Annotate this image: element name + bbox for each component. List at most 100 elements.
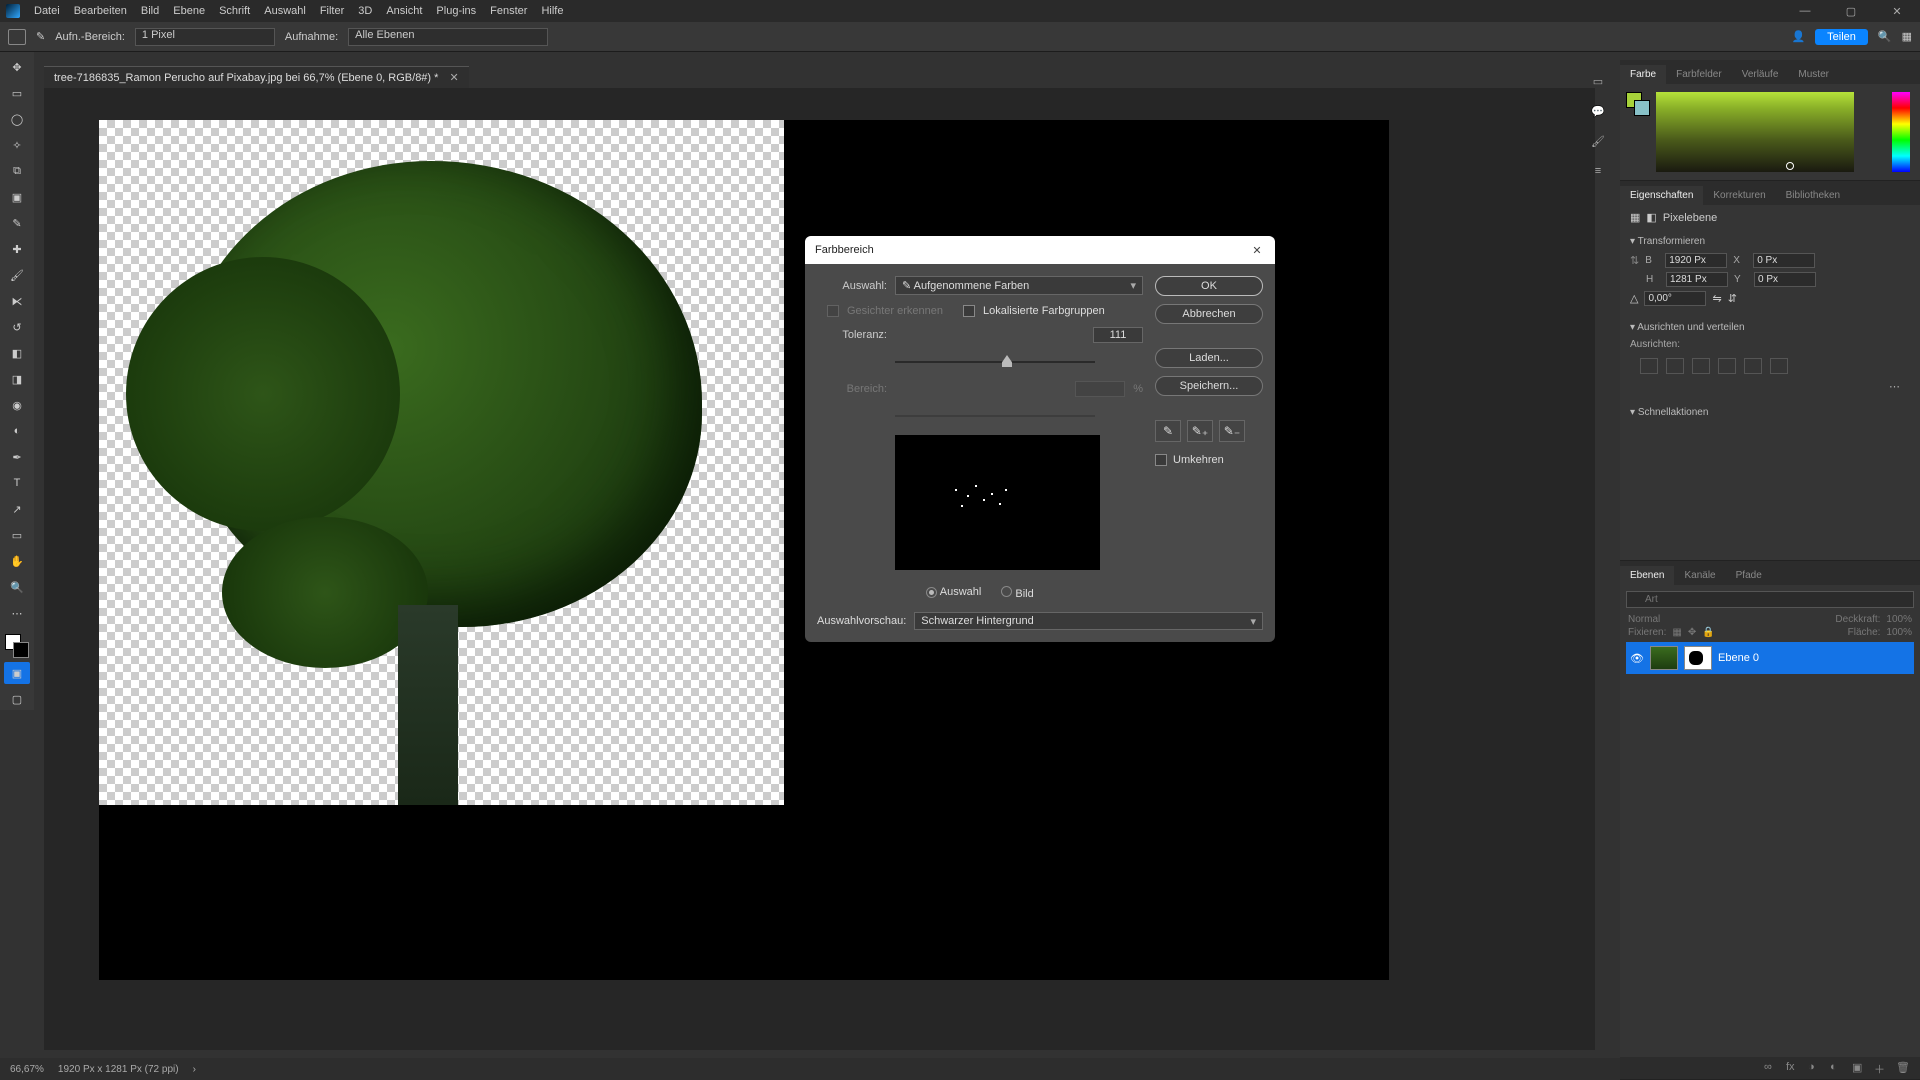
brush-tool-icon[interactable]: 🖌 xyxy=(4,264,30,286)
color-swatch[interactable] xyxy=(5,634,29,658)
x-input[interactable] xyxy=(1753,253,1815,268)
eyedropper-tool-icon[interactable]: ✎ xyxy=(4,212,30,234)
layer-thumbnail[interactable] xyxy=(1650,646,1678,670)
align-left-icon[interactable] xyxy=(1640,358,1658,374)
radio-auswahl[interactable]: Auswahl xyxy=(926,586,981,600)
section-quick[interactable]: ▾ Schnellaktionen xyxy=(1630,407,1910,418)
flip-h-icon[interactable]: ⇋ xyxy=(1712,292,1721,305)
marquee-tool-icon[interactable]: ▭ xyxy=(4,82,30,104)
eyedropper-icon[interactable]: ✎ xyxy=(1155,420,1181,442)
vorschau-select[interactable]: Schwarzer Hintergrund xyxy=(914,612,1263,630)
align-hcenter-icon[interactable] xyxy=(1666,358,1684,374)
status-chevron-icon[interactable]: › xyxy=(193,1064,196,1075)
menu-ebene[interactable]: Ebene xyxy=(173,5,205,17)
cancel-button[interactable]: Abbrechen xyxy=(1155,304,1263,324)
search-icon[interactable]: 🔍 xyxy=(1878,30,1892,43)
aufnahme-select[interactable]: Alle Ebenen xyxy=(348,28,548,46)
tab-farbfelder[interactable]: Farbfelder xyxy=(1666,65,1732,84)
path-tool-icon[interactable]: ↗ xyxy=(4,498,30,520)
lock-position-icon[interactable]: ✥ xyxy=(1688,627,1696,638)
tab-eigenschaften[interactable]: Eigenschaften xyxy=(1620,186,1703,205)
width-input[interactable] xyxy=(1665,253,1727,268)
document-tab[interactable]: tree-7186835_Ramon Perucho auf Pixabay.j… xyxy=(44,66,469,88)
section-align[interactable]: ▾ Ausrichten und verteilen xyxy=(1630,322,1910,333)
invert-checkbox[interactable] xyxy=(1155,454,1167,466)
zoom-level[interactable]: 66,67% xyxy=(10,1064,44,1075)
fx-icon[interactable]: fx xyxy=(1786,1061,1802,1075)
gradient-tool-icon[interactable]: ◨ xyxy=(4,368,30,390)
lokalisierte-checkbox[interactable] xyxy=(963,305,975,317)
frame-tool-icon[interactable]: ▣ xyxy=(4,186,30,208)
shape-tool-icon[interactable]: ▭ xyxy=(4,524,30,546)
eyedropper-add-icon[interactable]: ✎₊ xyxy=(1187,420,1213,442)
save-button[interactable]: Speichern... xyxy=(1155,376,1263,396)
user-icon[interactable]: 👤 xyxy=(1791,30,1805,43)
pen-tool-icon[interactable]: ✒ xyxy=(4,446,30,468)
brush-panel-icon[interactable]: 🖌 xyxy=(1589,132,1607,150)
eyedropper-tool-icon[interactable]: ✎ xyxy=(36,30,45,43)
share-button[interactable]: Teilen xyxy=(1815,29,1868,45)
lock-all-icon[interactable]: 🔒 xyxy=(1702,627,1714,638)
radio-bild[interactable]: Bild xyxy=(1001,586,1033,600)
quickmask-icon[interactable]: ▣ xyxy=(4,662,30,684)
mask-add-icon[interactable]: ◑ xyxy=(1808,1061,1824,1075)
tab-pfade[interactable]: Pfade xyxy=(1726,566,1772,585)
adjustment-icon[interactable]: ◐ xyxy=(1830,1061,1846,1075)
dialog-close-icon[interactable]: ✕ xyxy=(1249,242,1265,258)
home-icon[interactable] xyxy=(8,29,26,45)
blur-tool-icon[interactable]: ◉ xyxy=(4,394,30,416)
type-tool-icon[interactable]: T xyxy=(4,472,30,494)
y-input[interactable] xyxy=(1754,272,1816,287)
hand-tool-icon[interactable]: ✋ xyxy=(4,550,30,572)
minimize-button[interactable]: — xyxy=(1782,0,1828,22)
history-brush-tool-icon[interactable]: ↺ xyxy=(4,316,30,338)
aufnbereich-select[interactable]: 1 Pixel xyxy=(135,28,275,46)
flip-v-icon[interactable]: ⇵ xyxy=(1728,292,1737,305)
close-tab-icon[interactable]: ✕ xyxy=(450,72,459,84)
dialog-titlebar[interactable]: Farbbereich ✕ xyxy=(805,236,1275,264)
adjust-panel-icon[interactable]: ≡ xyxy=(1589,162,1607,180)
visibility-icon[interactable]: 👁 xyxy=(1630,652,1644,665)
layer-search-input[interactable] xyxy=(1626,591,1914,608)
dodge-tool-icon[interactable]: ◐ xyxy=(4,420,30,442)
close-button[interactable]: ✕ xyxy=(1874,0,1920,22)
more-align-icon[interactable]: ⋯ xyxy=(1630,378,1910,395)
delete-layer-icon[interactable]: 🗑 xyxy=(1896,1061,1912,1075)
tab-bibliotheken[interactable]: Bibliotheken xyxy=(1776,186,1850,205)
tab-kanaele[interactable]: Kanäle xyxy=(1674,566,1725,585)
comments-panel-icon[interactable]: 💬 xyxy=(1589,102,1607,120)
layer-row[interactable]: 👁 Ebene 0 xyxy=(1626,642,1914,674)
stamp-tool-icon[interactable]: ⧔ xyxy=(4,290,30,312)
move-tool-icon[interactable]: ✥ xyxy=(4,56,30,78)
crop-tool-icon[interactable]: ⧉ xyxy=(4,160,30,182)
align-top-icon[interactable] xyxy=(1718,358,1736,374)
tab-muster[interactable]: Muster xyxy=(1788,65,1839,84)
wand-tool-icon[interactable]: ✧ xyxy=(4,134,30,156)
maximize-button[interactable]: ▢ xyxy=(1828,0,1874,22)
group-icon[interactable]: ▣ xyxy=(1852,1061,1868,1075)
height-input[interactable] xyxy=(1666,272,1728,287)
new-layer-icon[interactable]: ＋ xyxy=(1874,1061,1890,1075)
blend-mode-select[interactable]: Normal xyxy=(1628,614,1660,625)
angle-input[interactable] xyxy=(1644,291,1706,306)
toleranz-slider[interactable] xyxy=(895,353,1095,371)
tab-ebenen[interactable]: Ebenen xyxy=(1620,566,1674,585)
eraser-tool-icon[interactable]: ◧ xyxy=(4,342,30,364)
section-transform[interactable]: ▾ Transformieren xyxy=(1630,236,1910,247)
history-panel-icon[interactable]: ▭ xyxy=(1589,72,1607,90)
tab-korrekturen[interactable]: Korrekturen xyxy=(1703,186,1775,205)
heal-tool-icon[interactable]: ✚ xyxy=(4,238,30,260)
menu-schrift[interactable]: Schrift xyxy=(219,5,250,17)
ok-button[interactable]: OK xyxy=(1155,276,1263,296)
align-vcenter-icon[interactable] xyxy=(1744,358,1762,374)
layer-mask-thumbnail[interactable] xyxy=(1684,646,1712,670)
align-right-icon[interactable] xyxy=(1692,358,1710,374)
menu-hilfe[interactable]: Hilfe xyxy=(541,5,563,17)
menu-ansicht[interactable]: Ansicht xyxy=(386,5,422,17)
align-bottom-icon[interactable] xyxy=(1770,358,1788,374)
fg-bg-swatch[interactable] xyxy=(1626,92,1650,116)
screenmode-icon[interactable]: ▢ xyxy=(4,688,30,710)
link-wh-icon[interactable]: ⇅ xyxy=(1630,254,1639,267)
toleranz-input[interactable] xyxy=(1093,327,1143,343)
menu-bild[interactable]: Bild xyxy=(141,5,159,17)
